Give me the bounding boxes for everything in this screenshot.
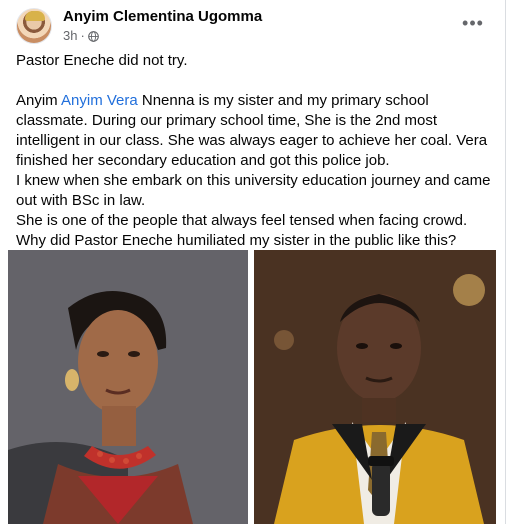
post-author-block: Anyim Clementina Ugomma 3h · [63,8,262,44]
post-paragraph: Pastor Eneche did not try. [16,52,188,69]
post-text-segment: Anyim [16,92,62,109]
globe-icon[interactable] [87,30,99,42]
post-text: Pastor Eneche did not try. Anyim Anyim V… [16,51,492,251]
photo-man[interactable] [254,250,496,524]
post-timestamp[interactable]: 3h [63,28,77,44]
woman-photo-illustration [8,250,248,524]
post-paragraph: I knew when she embark on this universit… [16,172,491,209]
post-meta: 3h · [63,28,262,44]
more-options-button[interactable]: ••• [455,8,491,38]
photo-woman[interactable] [8,250,248,524]
man-photo-illustration [254,250,496,524]
post-paragraph: Anyim Anyim Vera Nnenna is my sister and… [16,91,492,171]
post-photos [8,250,496,524]
mention-link[interactable]: Anyim Vera [61,92,138,109]
meta-separator: · [80,28,85,43]
avatar[interactable] [16,8,52,44]
post-paragraph: She is one of the people that always fee… [16,212,468,249]
post-header: Anyim Clementina Ugomma 3h · ••• [16,8,491,44]
author-name[interactable]: Anyim Clementina Ugomma [63,8,262,26]
post-card: Anyim Clementina Ugomma 3h · ••• Pastor … [0,0,506,524]
